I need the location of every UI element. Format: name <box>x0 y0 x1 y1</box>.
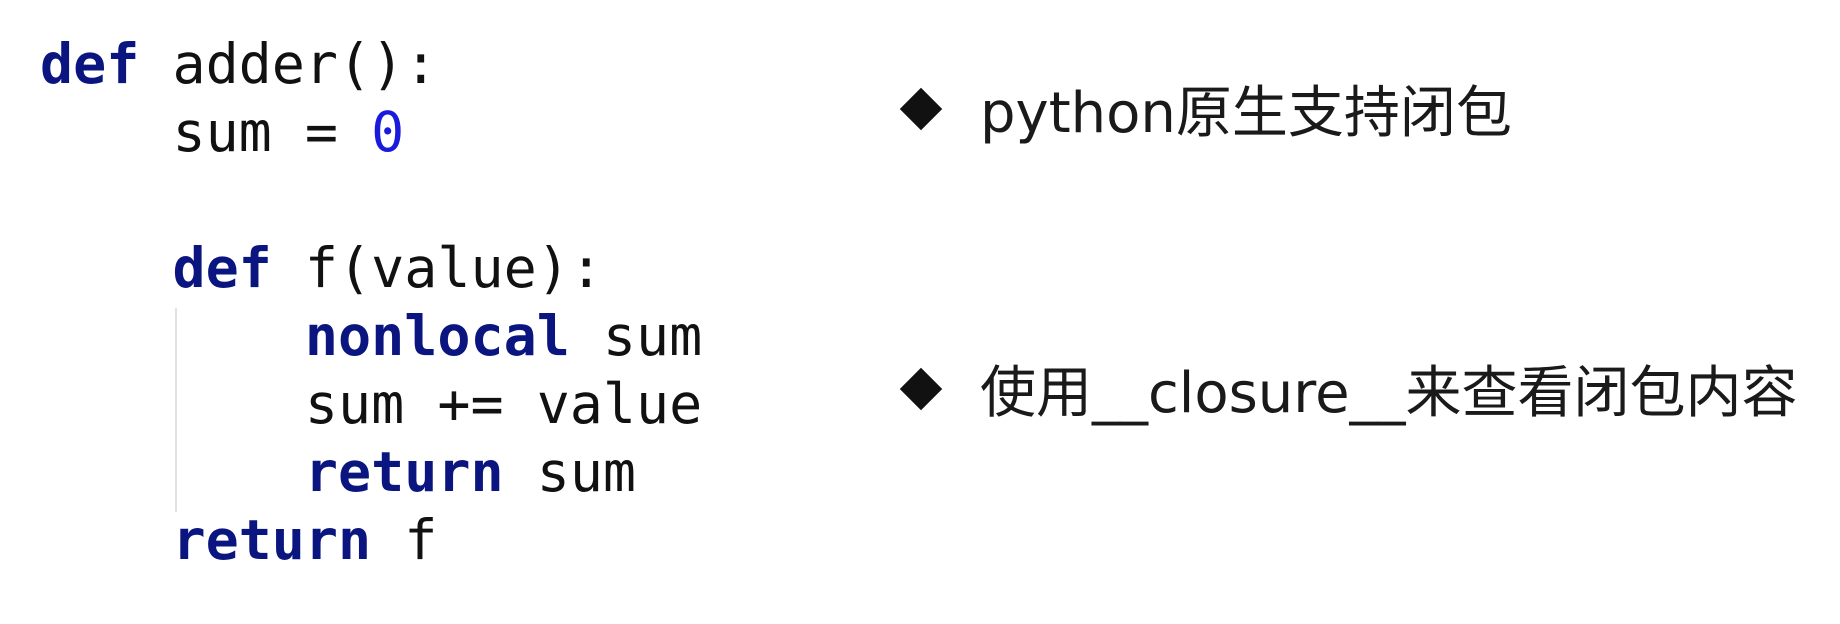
bullet-list: python原生支持闭包 使用__closure__来查看闭包内容 <box>899 0 1840 624</box>
diamond-bullet-icon <box>899 367 943 410</box>
code-line: return sum <box>40 438 702 506</box>
code-keyword: return <box>304 440 504 504</box>
bullet-item: python原生支持闭包 <box>899 68 1512 149</box>
code-number: 0 <box>371 100 405 164</box>
code-block: def adder(): sum = 0 def f(value): nonlo… <box>40 30 702 574</box>
code-text: adder(): <box>139 32 438 96</box>
code-line: sum = 0 <box>40 98 702 166</box>
code-text: f <box>371 508 438 572</box>
bullet-text: python原生支持闭包 <box>980 81 1512 146</box>
code-line: sum += value <box>40 370 702 438</box>
code-keyword: def <box>40 32 140 96</box>
diamond-bullet-icon <box>899 87 943 130</box>
bullet-item: 使用__closure__来查看闭包内容 <box>899 348 1798 429</box>
code-line: nonlocal sum <box>40 302 702 370</box>
code-keyword: def <box>172 236 272 300</box>
code-text: sum = <box>40 100 372 164</box>
code-line: def f(value): <box>40 234 702 302</box>
code-text: sum += value <box>40 372 703 436</box>
bullet-text: 使用__closure__来查看闭包内容 <box>980 361 1798 426</box>
code-line: return f <box>40 506 702 574</box>
code-text: f(value): <box>271 236 603 300</box>
indent-guide <box>175 308 177 512</box>
code-text: sum <box>503 440 637 504</box>
code-line: def adder(): <box>40 30 702 98</box>
code-keyword: nonlocal <box>304 304 570 368</box>
code-keyword: return <box>172 508 372 572</box>
code-text: sum <box>569 304 703 368</box>
